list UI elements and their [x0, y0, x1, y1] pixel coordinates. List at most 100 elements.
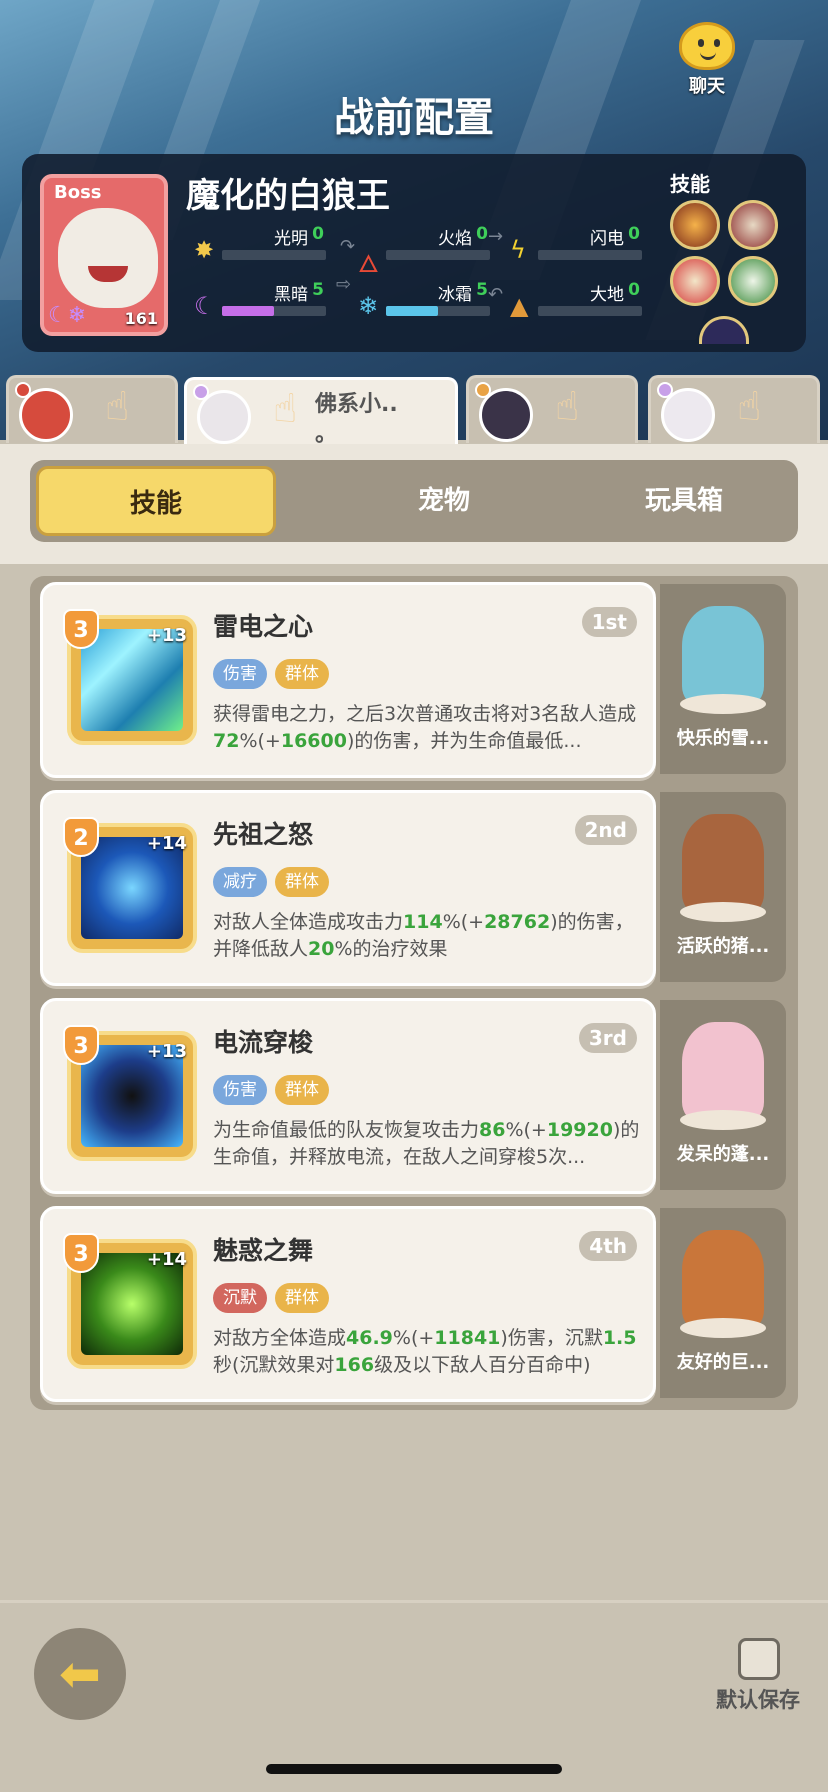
pointing-hand-icon: ☝: [555, 384, 580, 430]
skill-plus: +14: [146, 833, 187, 854]
skill-description: 对敌人全体造成攻击力114%(+28762)的伤害，并降低敌人20%的治疗效果: [213, 909, 645, 963]
element-badge-icon: [475, 382, 491, 398]
boss-skill-icon[interactable]: [670, 256, 720, 306]
desc-text: 对敌方全体造成: [213, 1327, 347, 1349]
character-tab-3[interactable]: ☝: [466, 375, 638, 443]
character-tab-4[interactable]: ☝: [648, 375, 820, 443]
desc-text: 秒(沉默效果对: [213, 1354, 335, 1376]
character-name: 佛系小.. 。: [315, 390, 435, 450]
cycle-arrow-icon: ↶: [488, 284, 504, 305]
mountain-icon: ▲: [510, 292, 529, 320]
element-value: 0: [628, 224, 640, 244]
skill-plus: +13: [146, 625, 187, 646]
pet-card-3[interactable]: 发呆的蓬...: [660, 1000, 786, 1190]
desc-text: %(+: [392, 1327, 435, 1349]
boss-skill-icon[interactable]: [699, 316, 749, 344]
tab-skills[interactable]: 技能: [36, 466, 276, 536]
desc-highlight: 166: [334, 1354, 375, 1376]
home-indicator[interactable]: [266, 1764, 562, 1774]
desc-text: %(+: [442, 911, 485, 933]
cycle-arrow-icon: ⇨: [336, 274, 352, 295]
chat-smiley-icon: [679, 22, 735, 70]
skill-rank: 2nd: [574, 815, 637, 845]
element-value: 0: [628, 280, 640, 300]
pet-card-4[interactable]: 友好的巨...: [660, 1208, 786, 1398]
element-bar: [538, 250, 642, 260]
pet-card-2[interactable]: 活跃的猪...: [660, 792, 786, 982]
skill-card-1[interactable]: 3 +13 雷电之心 1st 伤害 群体 获得雷电之力，之后3次普通攻击将对3名…: [40, 582, 656, 778]
pointing-hand-icon: ☝: [737, 384, 762, 430]
skill-title: 雷电之心: [213, 612, 314, 641]
desc-highlight: 28762: [484, 911, 551, 933]
skill-rank: 4th: [579, 1231, 637, 1261]
boss-portrait[interactable]: Boss ☾❄ 161: [40, 174, 168, 336]
desc-highlight: 86: [479, 1119, 506, 1141]
element-fire: 🜂 火焰 0: [358, 224, 498, 278]
desc-text: 对敌人全体造成攻击力: [213, 911, 404, 933]
boss-level: 161: [124, 309, 158, 328]
moon-icon: ☾: [194, 292, 216, 320]
skill-tag: 群体: [275, 1283, 329, 1313]
pet-base: [680, 1110, 766, 1130]
skill-title: 先祖之怒: [213, 820, 314, 849]
character-tab-2[interactable]: ☝ 佛系小.. 。: [184, 377, 458, 447]
desc-highlight: 1.5: [602, 1327, 637, 1349]
skill-level: 3: [63, 1233, 99, 1273]
sun-icon: ✸: [194, 236, 215, 264]
skill-card-3[interactable]: 3 +13 电流穿梭 3rd 伤害 群体 为生命值最低的队友恢复攻击力86%(+…: [40, 998, 656, 1194]
skill-tag: 群体: [275, 1075, 329, 1105]
dark-ice-element-icon: ☾❄: [48, 303, 87, 328]
skill-card-4[interactable]: 3 +14 魅惑之舞 4th 沉默 群体 对敌方全体造成46.9%(+11841…: [40, 1206, 656, 1402]
skill-icon-frame: 3 +13: [63, 609, 197, 745]
chat-button[interactable]: 聊天: [665, 22, 749, 100]
pet-base: [680, 902, 766, 922]
element-bar: [538, 306, 642, 316]
skill-tag: 伤害: [213, 659, 267, 689]
default-save-label: 默认保存: [716, 1688, 800, 1712]
skill-level: 3: [63, 609, 99, 649]
element-name: 光明: [274, 229, 308, 249]
lightning-icon: ϟ: [510, 236, 526, 264]
skill-description: 为生命值最低的队友恢复攻击力86%(+19920)的生命值，并释放电流，在敌人之…: [213, 1117, 645, 1171]
tab-pets[interactable]: 宠物: [314, 460, 574, 542]
pet-name: 活跃的猪...: [676, 936, 770, 957]
desc-text: %(+: [505, 1119, 547, 1141]
desc-highlight: 72: [213, 730, 240, 752]
pet-card-1[interactable]: 快乐的雪...: [660, 584, 786, 774]
pointing-hand-icon: ☝: [273, 386, 298, 432]
skill-card-2[interactable]: 2 +14 先祖之怒 2nd 减疗 群体 对敌人全体造成攻击力114%(+287…: [40, 790, 656, 986]
boss-skill-icon[interactable]: [728, 256, 778, 306]
back-arrow-icon: ⬅: [59, 1645, 101, 1703]
element-value: 0: [312, 224, 324, 244]
skill-tag: 群体: [275, 867, 329, 897]
back-button[interactable]: ⬅: [34, 1628, 126, 1720]
boss-name: 魔化的白狼王: [186, 176, 390, 216]
element-badge-icon: [193, 384, 209, 400]
flame-icon: 🜂: [358, 250, 379, 278]
pointing-hand-icon: ☝: [105, 384, 130, 430]
pet-base: [680, 694, 766, 714]
element-name: 冰霜: [438, 285, 472, 305]
skill-description: 获得雷电之力，之后3次普通攻击将对3名敌人造成 72%(+16600)的伤害，并为…: [213, 701, 645, 755]
element-bar: [222, 306, 326, 316]
boss-skill-icon[interactable]: [728, 200, 778, 250]
desc-text: %(+: [239, 730, 281, 752]
pet-name: 友好的巨...: [676, 1352, 770, 1373]
tab-toybox[interactable]: 玩具箱: [564, 460, 804, 542]
skill-tag: 群体: [275, 659, 329, 689]
pet-name: 快乐的雪...: [676, 728, 770, 749]
desc-highlight: 16600: [280, 730, 347, 752]
element-value: 0: [476, 224, 488, 244]
skill-title: 魅惑之舞: [213, 1236, 314, 1265]
element-value: 5: [312, 280, 324, 300]
default-save-checkbox[interactable]: [738, 1638, 780, 1680]
skill-level: 2: [63, 817, 99, 857]
boss-skill-icon[interactable]: [670, 200, 720, 250]
desc-highlight: 46.9: [346, 1327, 393, 1349]
desc-text: 级及以下敌人百分百命中): [374, 1354, 591, 1376]
skill-rank: 1st: [581, 607, 637, 637]
element-name: 大地: [590, 285, 624, 305]
desc-highlight: 20: [308, 938, 335, 960]
element-bar: [386, 250, 490, 260]
character-tab-1[interactable]: ☝: [6, 375, 178, 443]
